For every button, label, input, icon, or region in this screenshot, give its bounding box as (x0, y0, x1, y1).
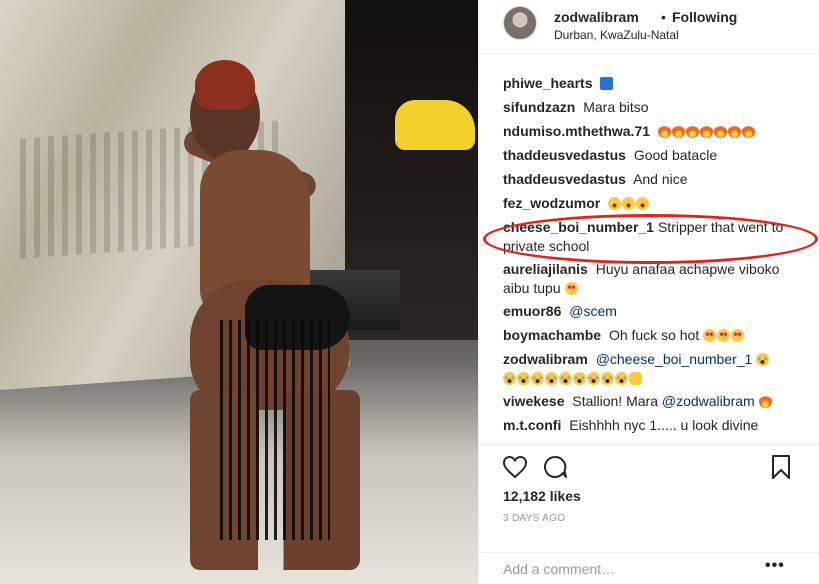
follow-button[interactable]: Following (672, 9, 737, 25)
comment-item: viwekese Stallion! Mara @zodwalibram (503, 392, 803, 411)
joy-emoji-icon (503, 372, 516, 385)
heart-eyes-emoji-icon (731, 329, 745, 342)
heart-eyes-emoji-icon (703, 329, 717, 342)
comment-username[interactable]: phiwe_hearts (503, 75, 592, 91)
post-location[interactable]: Durban, KwaZulu-Natal (554, 28, 679, 42)
joy-emoji-icon (559, 372, 572, 385)
joy-emoji-icon (601, 372, 614, 385)
comment-text: Eishhhh nyc 1..... u look divine (569, 417, 759, 433)
more-options-icon[interactable]: ••• (765, 557, 785, 575)
comment-username[interactable]: viwekese (503, 393, 565, 409)
heart-icon[interactable] (501, 453, 529, 481)
comment-text: Oh fuck so hot (608, 327, 700, 343)
fire-emoji-icon (758, 395, 772, 408)
heart-eyes-emoji-icon (717, 329, 731, 342)
comment-item: ndumiso.mthethwa.71 (503, 122, 803, 141)
fire-emoji-icon (713, 125, 727, 138)
fire-emoji-icon (699, 125, 713, 138)
comment-mention-link[interactable]: @zodwalibram (662, 393, 755, 409)
comment-username[interactable]: aureliajilanis (503, 261, 588, 277)
open-mouth-emoji-icon (636, 197, 650, 210)
comment-list[interactable]: ——— phiwe_hearts sifundzazn Mara bitso n… (479, 54, 819, 444)
comment-input[interactable] (503, 553, 763, 584)
author-username[interactable]: zodwalibram (554, 9, 639, 25)
comment-mention-link[interactable]: @cheese_boi_number_1 (596, 351, 753, 367)
post-side-panel: zodwalibram • Following Durban, KwaZulu-… (478, 0, 819, 584)
post-photo[interactable] (0, 0, 478, 584)
like-count[interactable]: 12,182 likes (503, 488, 581, 504)
comment-username[interactable]: fez_wodzumor (503, 195, 600, 211)
comment-username[interactable]: thaddeusvedastus (503, 147, 626, 163)
comment-username[interactable]: thaddeusvedastus (503, 171, 626, 187)
post-actions: 12,182 likes 3 DAYS AGO (479, 444, 819, 552)
comment-text: Good batacle (633, 147, 718, 163)
fire-emoji-icon (657, 125, 671, 138)
comment-item: boymachambe Oh fuck so hot (503, 326, 803, 345)
comment-username[interactable]: boymachambe (503, 327, 601, 343)
add-comment-bar: ••• (479, 552, 819, 584)
avatar[interactable] (503, 6, 537, 40)
post-timestamp[interactable]: 3 DAYS AGO (503, 513, 565, 524)
comment-item: aureliajilanis Huyu anafaa achapwe vibok… (503, 260, 803, 298)
comment-item: emuor86 @scem (503, 302, 803, 321)
joy-emoji-icon (756, 353, 770, 366)
heart-eyes-emoji-icon (564, 282, 578, 295)
joy-emoji-icon (615, 372, 628, 385)
comment-item: sifundzazn Mara bitso (503, 98, 803, 117)
joy-emoji-icon (545, 372, 558, 385)
wheelchair-emoji-icon (600, 77, 614, 90)
comment-text: Mara bitso (583, 99, 649, 115)
bookmark-icon[interactable] (767, 453, 795, 481)
red-highlight-ellipse (483, 214, 818, 264)
clap-emoji-icon (629, 372, 642, 385)
comment-item: thaddeusvedastus Good batacle (503, 146, 803, 165)
dancer-figure (150, 60, 360, 570)
comment-item: thaddeusvedastus And nice (503, 170, 803, 189)
yellow-top-spectator (395, 100, 475, 150)
comment-username[interactable]: emuor86 (503, 303, 561, 319)
comment-item: phiwe_hearts (503, 74, 803, 93)
outfit-fringe (220, 320, 330, 540)
comment-username[interactable]: m.t.confi (503, 417, 561, 433)
dancer-hair (195, 60, 255, 110)
comment-item: zodwalibram @cheese_boi_number_1 (503, 350, 803, 388)
comment-mention-link[interactable]: @scem (569, 303, 617, 319)
comment-item: fez_wodzumor (503, 194, 803, 213)
comment-text: Stallion! Mara (572, 393, 658, 409)
post-header: zodwalibram • Following Durban, KwaZulu-… (479, 0, 819, 54)
comment-username[interactable]: ndumiso.mthethwa.71 (503, 123, 650, 139)
fire-emoji-icon (671, 125, 685, 138)
comment-text: And nice (633, 171, 688, 187)
joy-emoji-icon (531, 372, 544, 385)
header-separator: • (661, 9, 666, 25)
comment-item: m.t.confi Eishhhh nyc 1..... u look divi… (503, 416, 803, 435)
open-mouth-emoji-icon (608, 197, 622, 210)
joy-emoji-icon (587, 372, 600, 385)
open-mouth-emoji-icon (622, 197, 636, 210)
comment-partial-cut-off: ——— (503, 54, 803, 61)
comment-username[interactable]: sifundzazn (503, 99, 575, 115)
fire-emoji-icon (727, 125, 741, 138)
joy-emoji-icon (573, 372, 586, 385)
fire-emoji-icon (685, 125, 699, 138)
comment-icon[interactable] (541, 453, 569, 481)
comment-username[interactable]: zodwalibram (503, 351, 588, 367)
fire-emoji-icon (741, 125, 755, 138)
joy-emoji-icon (517, 372, 530, 385)
